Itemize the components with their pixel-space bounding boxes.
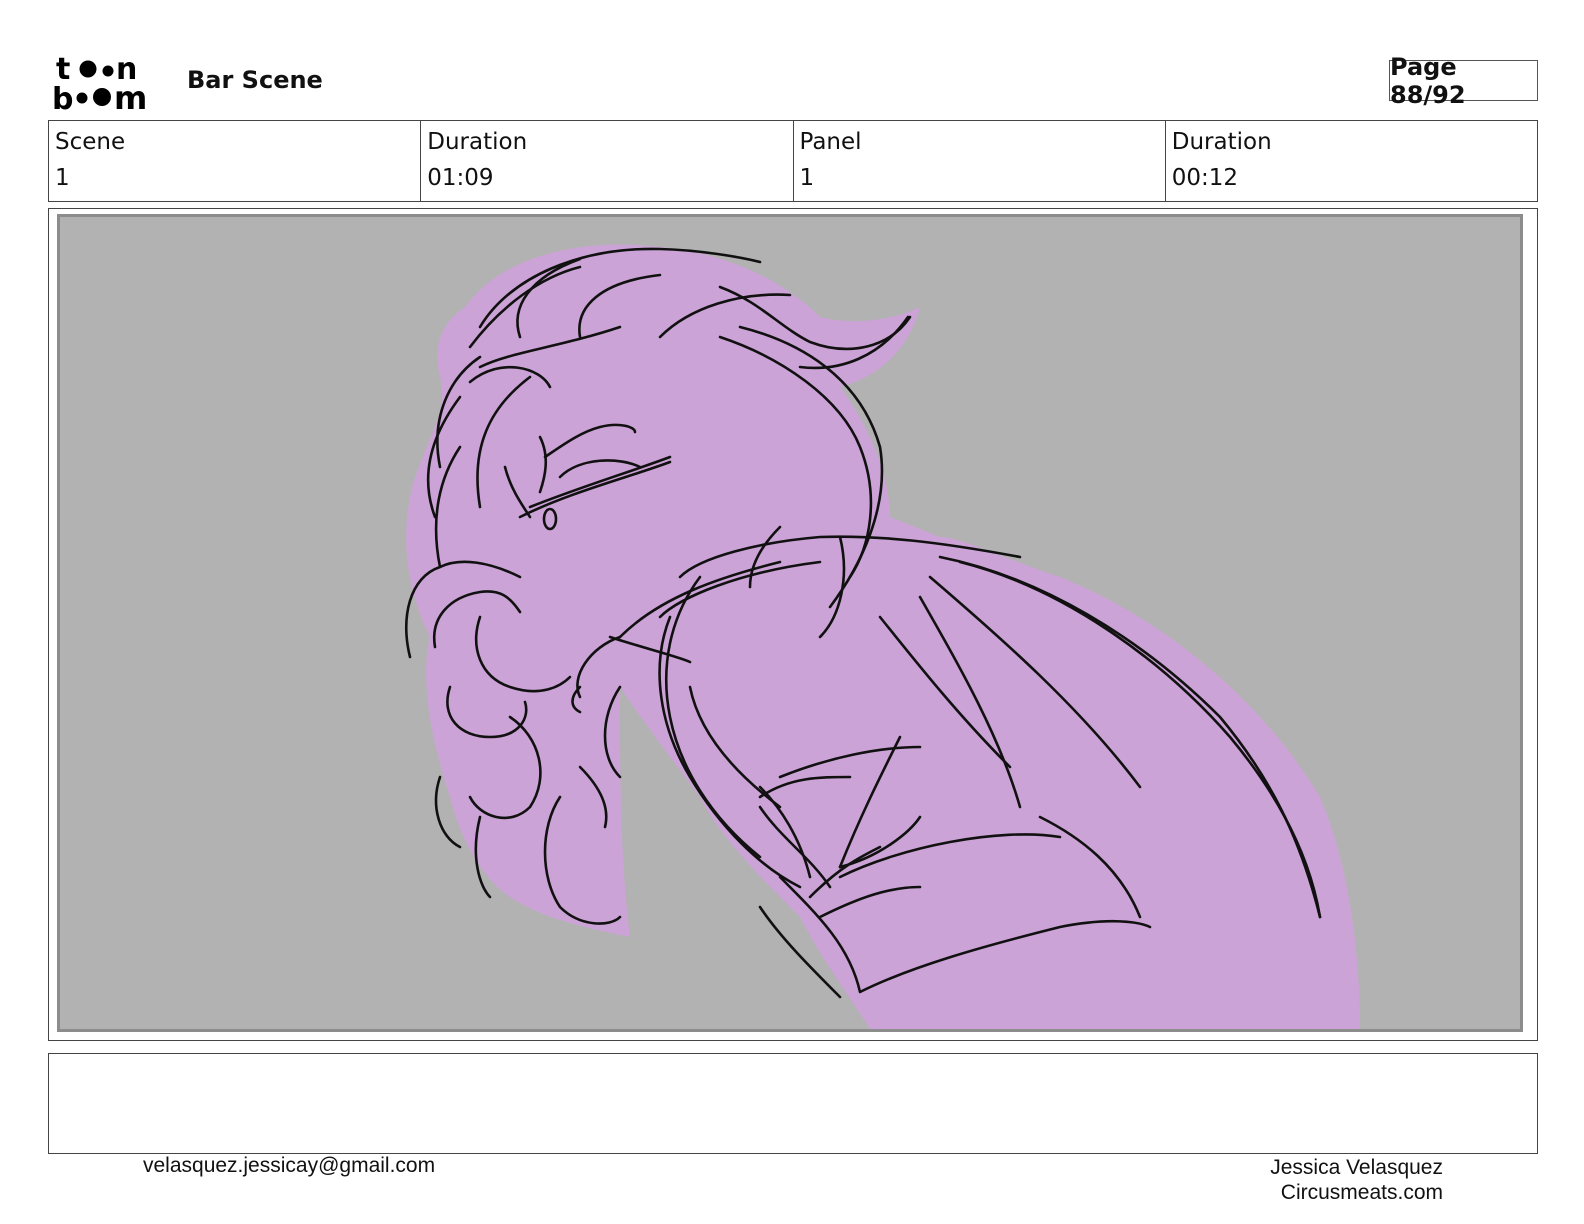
scene-duration-value: 01:09 <box>427 165 494 191</box>
footer-email: velasquez.jessicay@gmail.com <box>143 1154 436 1177</box>
toon-boom-logo: t n b m <box>52 52 147 112</box>
storyboard-title: Bar Scene <box>187 66 323 94</box>
footer-credits: Jessica Velasquez Circusmeats.com <box>1270 1155 1443 1205</box>
panel-duration-value: 00:12 <box>1171 165 1239 191</box>
panel-duration-cell: Duration 00:12 <box>1166 121 1537 201</box>
character-sketch <box>404 244 1360 1029</box>
panel-notes-box <box>48 1053 1538 1154</box>
scene-duration-label: Duration <box>427 129 528 155</box>
page-indicator: Page 88/92 <box>1389 53 1538 109</box>
panel-label: Panel <box>799 129 862 155</box>
panel-canvas <box>57 214 1523 1032</box>
scene-cell: Scene 1 <box>49 121 422 201</box>
footer-website: Circusmeats.com <box>1280 1181 1443 1204</box>
panel-duration-label: Duration <box>1171 129 1272 155</box>
panel-value: 1 <box>799 165 815 191</box>
scene-label: Scene <box>55 129 126 155</box>
svg-text:m: m <box>114 79 147 112</box>
panel-frame <box>48 208 1538 1041</box>
scene-value: 1 <box>55 165 70 191</box>
svg-text:b: b <box>52 82 73 112</box>
scene-info-table: Scene 1 Duration 01:09 Panel 1 Duration … <box>48 120 1538 202</box>
panel-cell: Panel 1 <box>794 121 1166 201</box>
footer-author: Jessica Velasquez <box>1270 1156 1443 1179</box>
scene-duration-cell: Duration 01:09 <box>421 121 794 201</box>
